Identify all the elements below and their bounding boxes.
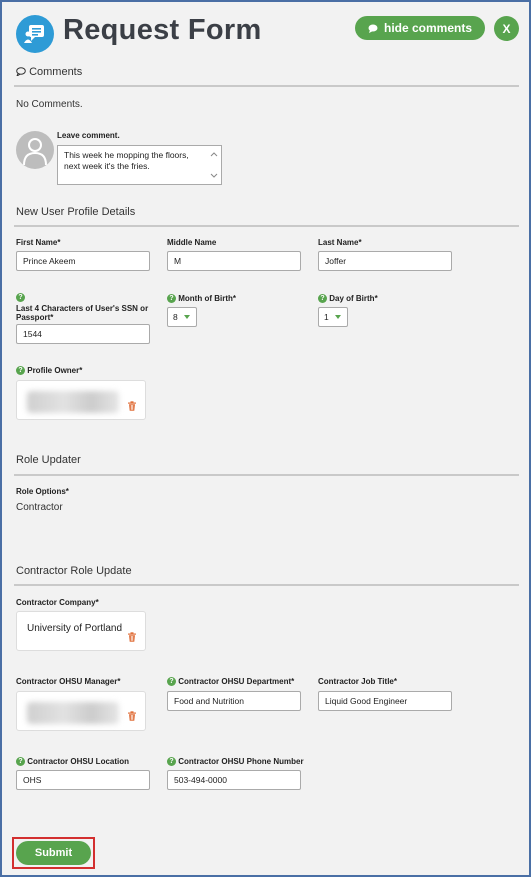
month-label: Month of Birth*	[178, 294, 236, 303]
redacted-name	[27, 391, 119, 413]
role-options-label: Role Options*	[16, 487, 69, 496]
close-button[interactable]: X	[494, 16, 519, 41]
owner-label-row: ? Profile Owner*	[16, 366, 83, 376]
location-input[interactable]: OHS	[16, 770, 150, 790]
help-icon[interactable]: ?	[16, 366, 25, 376]
manager-label: Contractor OHSU Manager*	[16, 677, 121, 686]
role-section-title: Role Updater	[16, 454, 81, 466]
submit-button[interactable]: Submit	[16, 841, 91, 865]
month-label-row: ? Month of Birth*	[167, 294, 236, 304]
avatar-icon	[23, 138, 47, 166]
month-select[interactable]: 8	[167, 307, 197, 327]
help-icon[interactable]: ?	[16, 293, 25, 302]
trash-icon[interactable]	[127, 401, 137, 411]
comment-textarea[interactable]: This week he mopping the floors, next we…	[57, 145, 222, 185]
help-icon[interactable]: ?	[16, 757, 25, 767]
first-name-label: First Name*	[16, 238, 61, 247]
role-options-value: Contractor	[16, 502, 63, 513]
job-title-label: Contractor Job Title*	[318, 677, 397, 686]
page-title: Request Form	[63, 14, 262, 46]
redacted-name	[27, 702, 119, 724]
leave-comment-label: Leave comment.	[57, 131, 120, 140]
department-label: Contractor OHSU Department*	[178, 677, 295, 686]
location-label-row: ? Contractor OHSU Location	[16, 757, 130, 767]
ssn-input[interactable]: 1544	[16, 324, 150, 344]
month-value: 8	[173, 312, 178, 322]
day-value: 1	[324, 312, 329, 322]
comment-bubble-icon	[15, 67, 26, 78]
company-value: University of Portland	[27, 623, 123, 634]
trash-icon[interactable]	[127, 711, 137, 721]
contractor-manager-card[interactable]	[16, 691, 146, 731]
first-name-input[interactable]: Prince Akeem	[16, 251, 150, 271]
day-label: Day of Birth*	[329, 294, 378, 303]
location-label: Contractor OHSU Location	[27, 757, 130, 766]
profile-section-title: New User Profile Details	[16, 206, 136, 218]
company-label: Contractor Company*	[16, 598, 99, 607]
ssn-label: Last 4 Characters of User's SSN or Passp…	[16, 304, 149, 322]
help-icon[interactable]: ?	[167, 677, 176, 687]
help-icon[interactable]: ?	[167, 757, 176, 767]
comment-text: This week he mopping the floors, next we…	[64, 150, 189, 171]
chat-form-icon	[16, 15, 54, 53]
request-form-window: Request Form hide comments X Comments No…	[0, 0, 531, 877]
middle-name-input[interactable]: M	[167, 251, 301, 271]
job-title-input[interactable]: Liquid Good Engineer	[318, 691, 452, 711]
last-name-label: Last Name*	[318, 238, 362, 247]
help-icon[interactable]: ?	[167, 294, 176, 304]
last-name-input[interactable]: Joffer	[318, 251, 452, 271]
department-label-row: ? Contractor OHSU Department*	[167, 677, 295, 687]
help-icon[interactable]: ?	[318, 294, 327, 304]
divider	[14, 474, 519, 476]
no-comments-text: No Comments.	[16, 99, 83, 110]
day-label-row: ? Day of Birth*	[318, 294, 378, 304]
profile-owner-card[interactable]	[16, 380, 146, 420]
chevron-down-icon	[334, 315, 341, 319]
contractor-company-card[interactable]: University of Portland	[16, 611, 146, 651]
phone-label-row: ? Contractor OHSU Phone Number	[167, 757, 304, 767]
divider	[14, 225, 519, 227]
hide-comments-button[interactable]: hide comments	[355, 16, 485, 40]
hide-comments-label: hide comments	[383, 21, 473, 35]
trash-icon[interactable]	[127, 632, 137, 642]
comments-section-title: Comments	[15, 66, 83, 78]
divider	[14, 85, 519, 87]
divider	[14, 584, 519, 586]
scrollbar[interactable]	[210, 149, 218, 181]
owner-label: Profile Owner*	[27, 366, 83, 375]
chevron-down-icon	[183, 315, 190, 319]
phone-input[interactable]: 503-494-0000	[167, 770, 301, 790]
comment-bubble-icon	[368, 24, 378, 33]
middle-name-label: Middle Name	[167, 238, 217, 247]
comments-title-text: Comments	[29, 66, 83, 78]
department-input[interactable]: Food and Nutrition	[167, 691, 301, 711]
day-select[interactable]: 1	[318, 307, 348, 327]
contractor-section-title: Contractor Role Update	[16, 565, 132, 577]
avatar	[16, 131, 54, 169]
phone-label: Contractor OHSU Phone Number	[178, 757, 304, 766]
